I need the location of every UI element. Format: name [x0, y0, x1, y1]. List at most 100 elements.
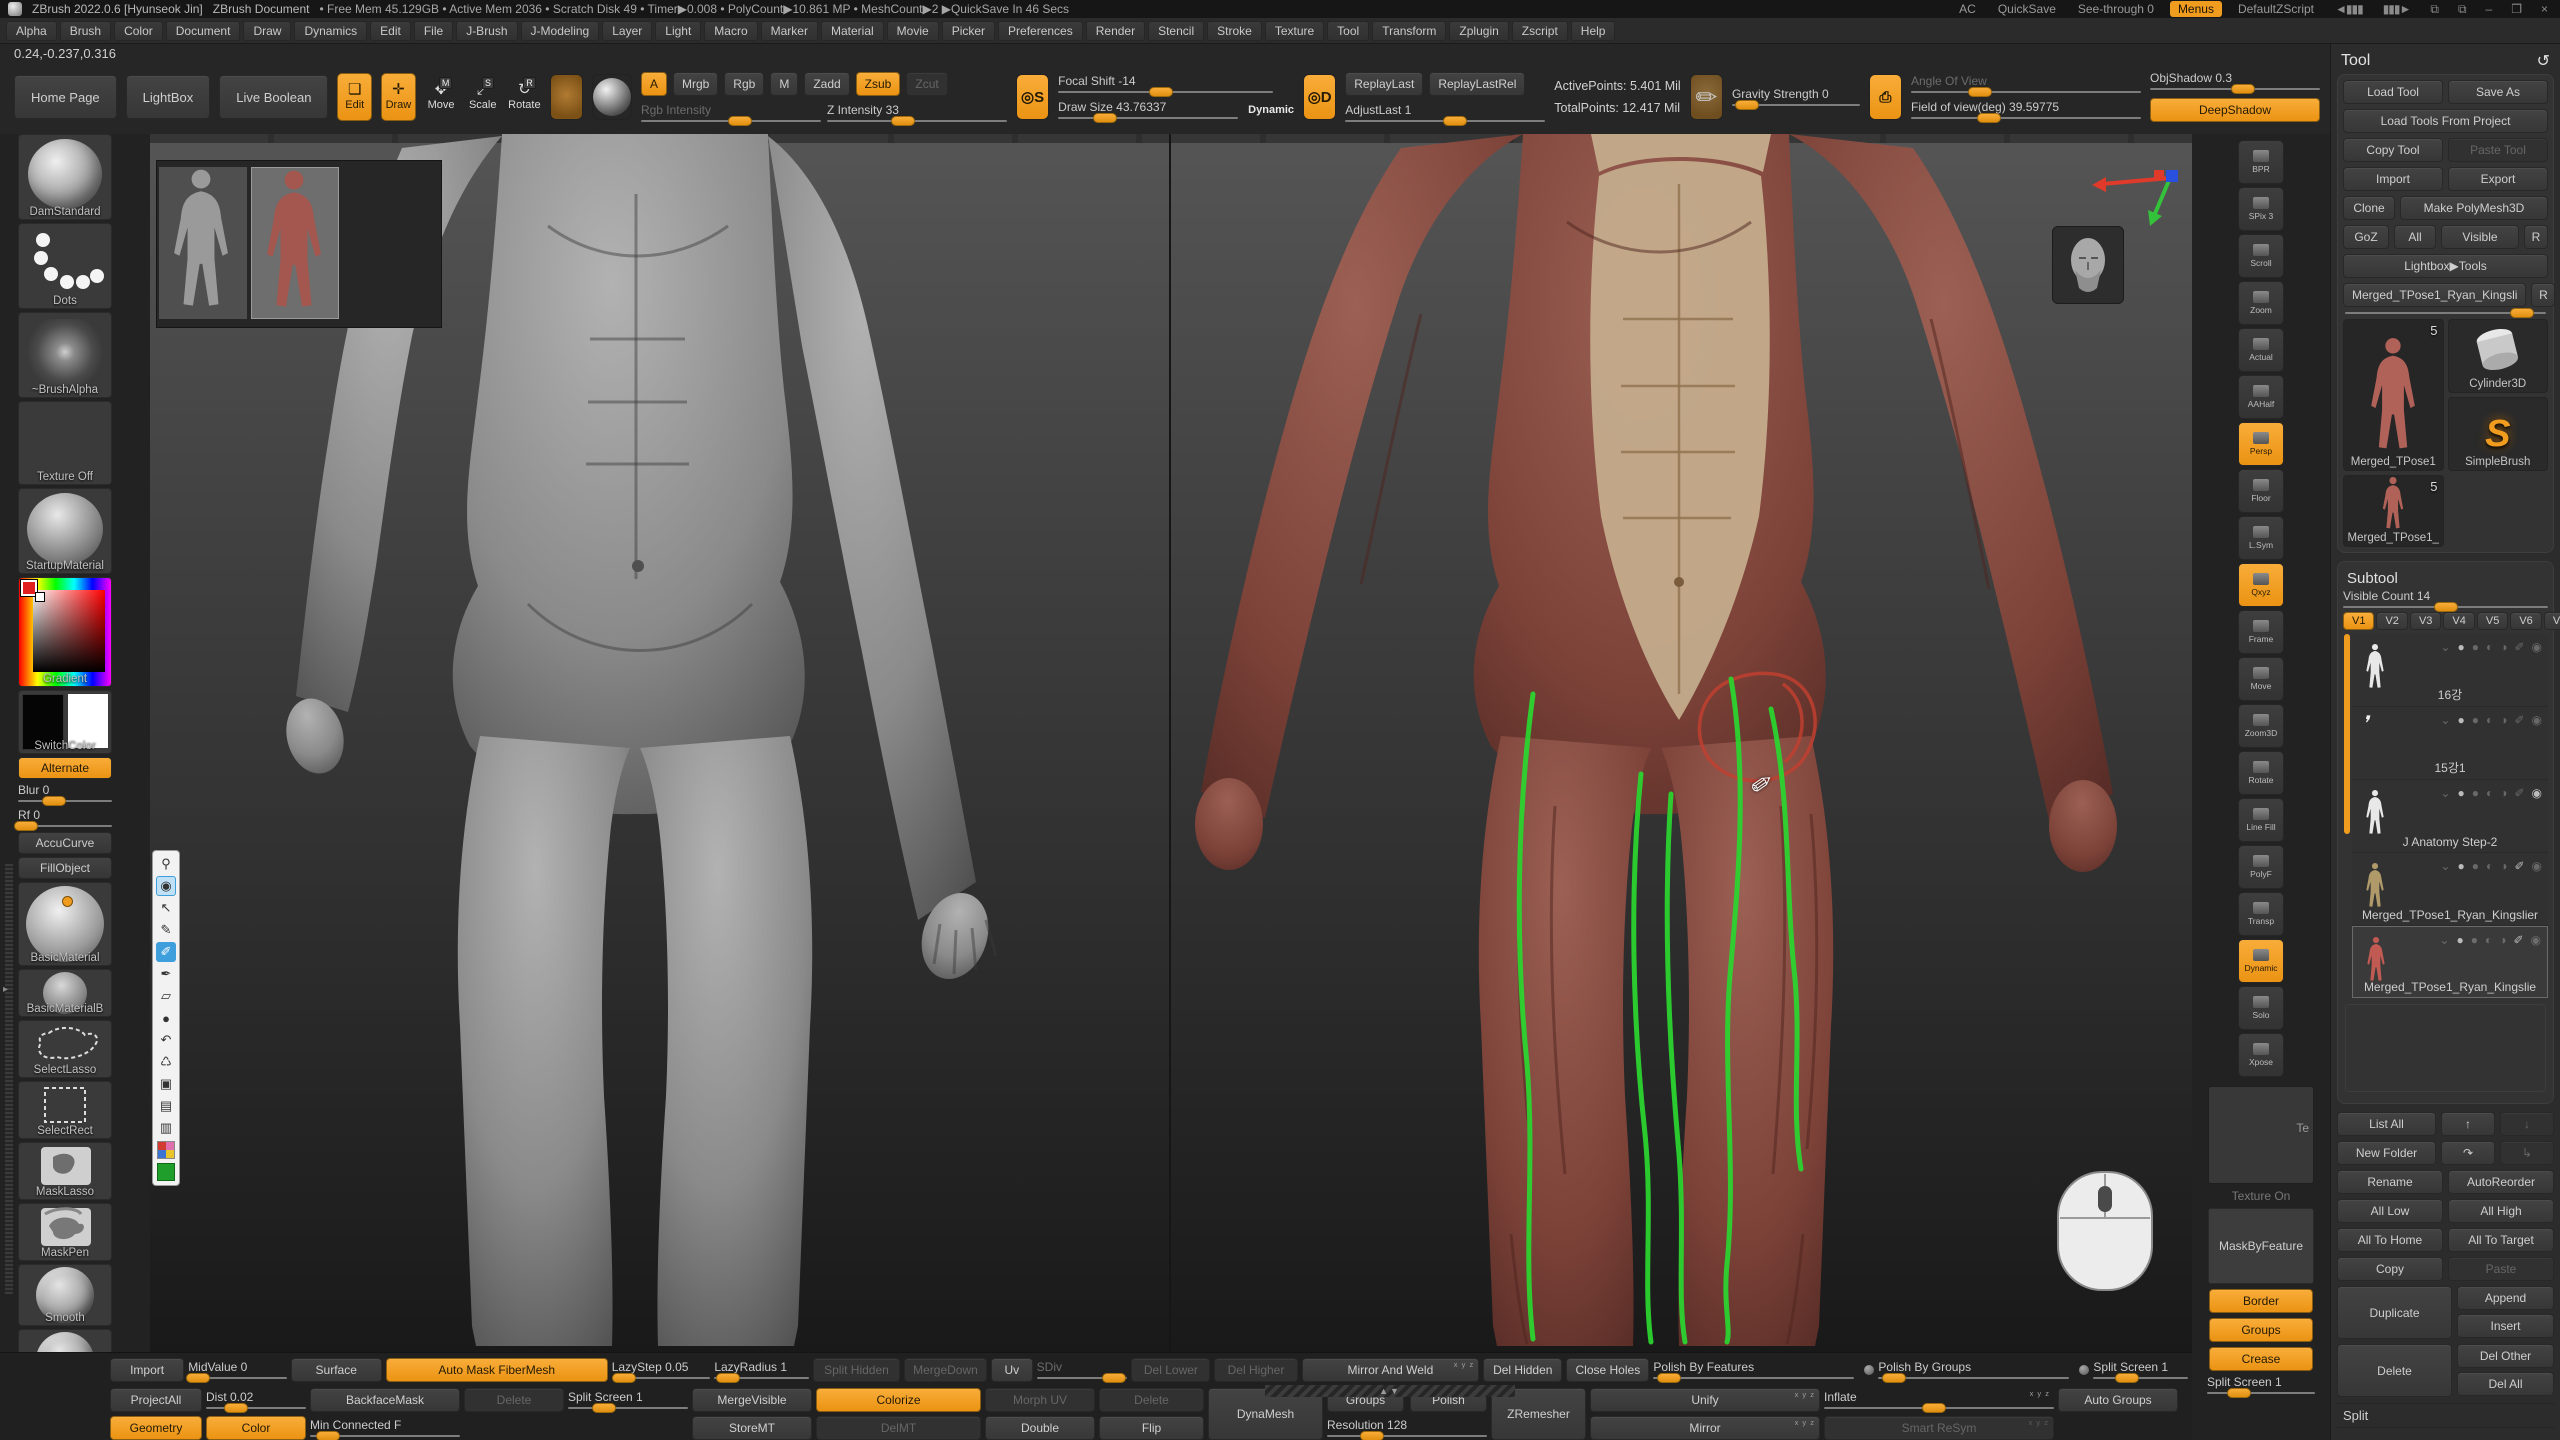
draw-size-slider-track[interactable] — [1058, 117, 1238, 119]
tray-dist-0-02-slider[interactable]: Dist 0.02 — [206, 1388, 306, 1412]
mask-by-feature-button[interactable]: MaskByFeature — [2208, 1208, 2314, 1284]
eye-icon[interactable]: ◉ — [2532, 859, 2542, 873]
menu-stencil[interactable]: Stencil — [1148, 21, 1204, 41]
tray-midvalue-0-slider-track[interactable] — [188, 1377, 287, 1379]
mode-edit-button[interactable]: ❏Edit — [337, 73, 372, 121]
visible-count-slider-knob[interactable] — [2434, 602, 2458, 612]
sphere-icon[interactable]: ● — [2472, 859, 2479, 873]
adjust-last-slider[interactable]: AdjustLast 1 — [1345, 104, 1545, 122]
subtool-all-to-home-button[interactable]: All To Home — [2337, 1228, 2443, 1252]
rightshelf-frame-button[interactable]: Frame — [2238, 610, 2284, 654]
insert-button[interactable]: Insert — [2457, 1314, 2554, 1338]
contrast-icon[interactable]: ◑ — [2500, 640, 2507, 654]
sidebar-rf-0-slider-knob[interactable] — [14, 821, 38, 831]
field-of-view-slider[interactable]: Field of view(deg) 39.59775 — [1911, 101, 2141, 119]
close-button[interactable]: × — [2536, 2, 2552, 16]
tray-lazystep-0-05-slider-track[interactable] — [612, 1377, 711, 1379]
flatten-arrow-icon[interactable]: ⌄ — [2440, 713, 2450, 727]
tool-make-polymesh3d-button[interactable]: Make PolyMesh3D — [2400, 196, 2548, 220]
tray-lazystep-0-05-slider[interactable]: LazyStep 0.05 — [612, 1358, 711, 1382]
pen-nib-icon[interactable]: ✒ — [156, 964, 176, 984]
tray-polish-by-features-slider-track[interactable] — [1653, 1377, 1854, 1379]
tool-item-merged-tpose1[interactable]: 5Merged_TPose1_ — [2343, 475, 2444, 547]
subtool-rename-button[interactable]: Rename — [2337, 1170, 2443, 1194]
sphere-icon[interactable]: ● — [2471, 933, 2478, 947]
dynamic-label[interactable]: Dynamic — [1248, 104, 1294, 116]
split-section-header[interactable]: Split — [2337, 1403, 2554, 1428]
rightshelf-solo-button[interactable]: Solo — [2238, 986, 2284, 1030]
menu-marker[interactable]: Marker — [761, 21, 818, 41]
tray-mirror-button[interactable]: Mirrorx y z — [1590, 1416, 1820, 1440]
subtool-item-5[interactable]: ⌄●●◐◑✐◉Merged_TPose1_Ryan_Kingslie — [2352, 926, 2548, 998]
mode-scale-button[interactable]: ⤢SScale — [466, 74, 499, 120]
eye-icon[interactable]: ◉ — [2531, 933, 2541, 947]
del-other-button[interactable]: Del Other — [2457, 1344, 2554, 1368]
polypaint-sphere-icon[interactable]: ● — [2457, 786, 2464, 800]
sidebar-smooth-thumbnail[interactable]: Smooth — [18, 1264, 112, 1326]
menu-light[interactable]: Light — [655, 21, 701, 41]
focal-shift-slider-track[interactable] — [1058, 91, 1273, 93]
flatten-arrow-icon[interactable]: ⌄ — [2439, 933, 2449, 947]
tray-lazyradius-1-slider[interactable]: LazyRadius 1 — [714, 1358, 809, 1382]
paintbrush-icon[interactable]: ✐ — [2513, 933, 2523, 947]
sidebar-gradient-thumbnail[interactable]: Gradient — [18, 577, 112, 687]
camera-icon[interactable]: ⎙ — [1869, 74, 1902, 120]
current-tool-knob[interactable] — [2510, 308, 2534, 318]
tray-delmt-button[interactable]: DelMT — [816, 1416, 981, 1440]
trash-icon[interactable]: ♺ — [156, 1052, 176, 1072]
tray-inflate-slider[interactable]: Inflatex y z — [1824, 1388, 2054, 1412]
z-intensity-slider[interactable]: Z Intensity 33 — [827, 104, 1007, 122]
tool-lightbox-tools-button[interactable]: Lightbox▶Tools — [2343, 254, 2548, 278]
reset-icon[interactable]: ↺ — [2537, 51, 2550, 71]
flatten-arrow-icon[interactable]: ⌄ — [2440, 640, 2450, 654]
tray-auto-mask-fibermesh-button[interactable]: Auto Mask FiberMesh — [386, 1358, 608, 1382]
tray-min-connected-f-slider-knob[interactable] — [316, 1431, 340, 1440]
tool-item-merged-tpose1[interactable]: 5Merged_TPose1 — [2343, 319, 2444, 471]
focal-shift-slider-knob[interactable] — [1149, 87, 1173, 97]
deep-shadow-button[interactable]: DeepShadow — [2150, 98, 2320, 122]
sphere-icon[interactable]: ● — [2472, 640, 2479, 654]
draw-size-slider[interactable]: Draw Size 43.76337 — [1058, 101, 1238, 119]
tray-sdiv-slider-knob[interactable] — [1102, 1373, 1126, 1383]
sidebar-brushalpha-thumbnail[interactable]: ~BrushAlpha — [18, 312, 112, 398]
adjust-last-slider-knob[interactable] — [1443, 116, 1467, 126]
z-intensity-slider-knob[interactable] — [891, 116, 915, 126]
sidebar-maskpen-thumbnail[interactable]: MaskPen — [18, 1203, 112, 1261]
polypaint-sphere-icon[interactable]: ● — [2457, 713, 2464, 727]
rightshelf-scroll-button[interactable]: Scroll — [2238, 234, 2284, 278]
shaded-half-icon[interactable]: ◐ — [2486, 786, 2493, 800]
menu-preferences[interactable]: Preferences — [998, 21, 1083, 41]
tray-del-higher-button[interactable]: Del Higher — [1214, 1358, 1297, 1382]
shelf-scroll-left-icon[interactable]: ◄▮▮▮ — [2330, 2, 2368, 16]
move-out-folder-button[interactable]: ↷ — [2441, 1141, 2495, 1165]
shaded-half-icon[interactable]: ◐ — [2486, 713, 2493, 727]
pin-icon[interactable]: ⚲ — [156, 854, 176, 874]
polypaint-sphere-icon[interactable]: ● — [2457, 640, 2464, 654]
tray-sdiv-slider[interactable]: SDiv — [1037, 1358, 1128, 1382]
polypaint-sphere-icon[interactable]: ● — [2457, 859, 2464, 873]
xyz-badge[interactable]: x y z — [1795, 1390, 1815, 1399]
sidebar-basicmaterialb-thumbnail[interactable]: BasicMaterialB — [18, 969, 112, 1017]
see-through-slider[interactable]: See-through 0 — [2072, 2, 2160, 16]
rightshelf-spix-3-button[interactable]: SPix 3 — [2238, 187, 2284, 231]
sidebar-blur-0-slider-knob[interactable] — [42, 796, 66, 806]
tray-resolution-128-slider-knob[interactable] — [1360, 1431, 1384, 1440]
tray-dist-0-02-slider-knob[interactable] — [224, 1403, 248, 1413]
tray-morph-uv-button[interactable]: Morph UV — [985, 1388, 1095, 1412]
preview-thumb-red[interactable] — [251, 167, 339, 319]
contrast-icon[interactable]: ◑ — [2500, 786, 2507, 800]
tray-auto-groups-button[interactable]: Auto Groups — [2058, 1388, 2178, 1412]
tray-polish-by-features-slider[interactable]: Polish By Features — [1653, 1358, 1854, 1382]
sidebar-startupmaterial-thumbnail[interactable]: StartupMaterial — [18, 488, 112, 574]
rightshelf-persp-button[interactable]: Persp — [2238, 422, 2284, 466]
stroke-s-icon[interactable]: ◎S — [1016, 74, 1049, 120]
sidebar-accucurve-button[interactable]: AccuCurve — [18, 832, 112, 854]
menu-texture[interactable]: Texture — [1265, 21, 1324, 41]
rightshelf-line-fill-button[interactable]: Line Fill — [2238, 798, 2284, 842]
rightshelf-move-button[interactable]: Move — [2238, 657, 2284, 701]
flatten-arrow-icon[interactable]: ⌄ — [2440, 859, 2450, 873]
new-folder-button[interactable]: New Folder — [2337, 1141, 2436, 1165]
clipboard-icon[interactable]: ▥ — [156, 1118, 176, 1138]
rightshelf-floor-button[interactable]: Floor — [2238, 469, 2284, 513]
alpha-thumbnail[interactable] — [550, 74, 583, 120]
